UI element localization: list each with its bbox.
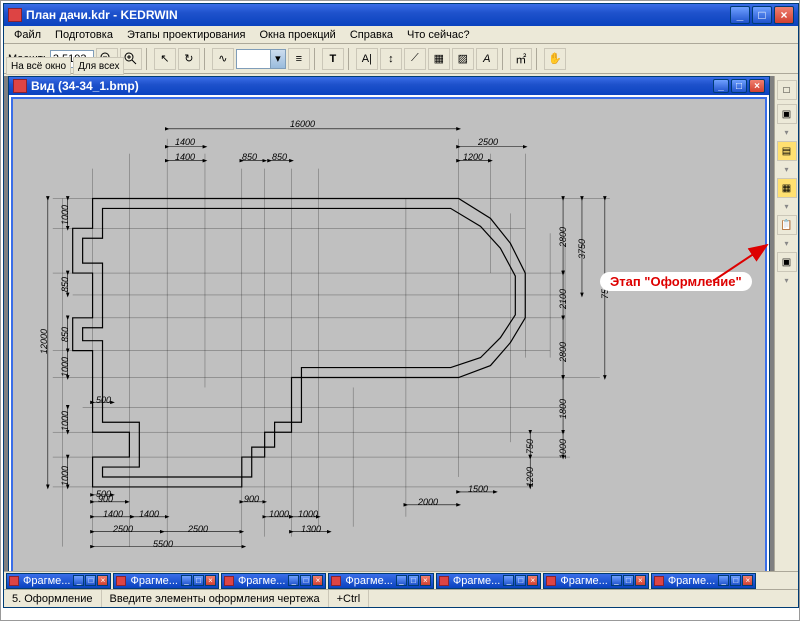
dim-label: 2500 <box>478 137 498 147</box>
dim-label: 1200 <box>525 467 535 487</box>
curve-button[interactable]: ∿ <box>212 48 234 70</box>
window-title: План дачи.kdr - KEDRWIN <box>26 8 730 22</box>
stage-6-button[interactable]: ▣ <box>777 252 797 272</box>
dim-label: 16000 <box>290 119 315 129</box>
statusbar: 5. Оформление Введите элементы оформлени… <box>4 589 798 607</box>
menu-file[interactable]: Файл <box>8 28 47 41</box>
dim-label: 1500 <box>468 484 488 494</box>
stage-2-button[interactable]: ▣ <box>777 104 797 124</box>
tab-item[interactable]: Фрагме..._□× <box>6 573 111 589</box>
dim-label: 2800 <box>558 227 568 247</box>
stage-decoration-button[interactable]: 📋 <box>777 215 797 235</box>
dim-label: 1300 <box>301 524 321 534</box>
dim-label: 1000 <box>558 439 568 459</box>
font-button[interactable]: A <box>476 48 498 70</box>
menu-projections[interactable]: Окна проекций <box>254 28 342 41</box>
mdi-minimize-button[interactable]: _ <box>713 79 729 93</box>
doc-icon <box>13 79 27 93</box>
tab-item[interactable]: Фрагме..._□× <box>221 573 326 589</box>
menu-help[interactable]: Справка <box>344 28 399 41</box>
main-titlebar: План дачи.kdr - KEDRWIN _ □ × <box>4 4 798 26</box>
workspace: Вид (34-34_1.bmp) _ □ × <box>4 76 774 571</box>
dim-label: 850 <box>60 327 70 342</box>
main-window: План дачи.kdr - KEDRWIN _ □ × Файл Подго… <box>3 3 799 608</box>
dim-label: 2000 <box>418 497 438 507</box>
pointer-button[interactable]: ↖ <box>154 48 176 70</box>
mdi-child-window: Вид (34-34_1.bmp) _ □ × <box>8 76 770 571</box>
dim-label: 1000 <box>269 509 289 519</box>
mdi-titlebar: Вид (34-34_1.bmp) _ □ × <box>9 77 769 95</box>
layers-button[interactable]: ≡ <box>288 48 310 70</box>
line-style-dropdown[interactable]: ▾ <box>236 49 286 69</box>
dim-label: 850 <box>242 152 257 162</box>
dim-label: 1400 <box>175 152 195 162</box>
dim-label: 750 <box>525 439 535 454</box>
window-tabs: Фрагме..._□× Фрагме..._□× Фрагме..._□× Ф… <box>4 571 798 589</box>
dim-label: 3750 <box>577 239 587 259</box>
tab-item[interactable]: Фрагме..._□× <box>436 573 541 589</box>
dim-label: 500 <box>96 489 111 499</box>
dim-label: 5500 <box>153 539 173 549</box>
dim-label: 2100 <box>558 289 568 309</box>
fit-window-button[interactable]: На всё окно <box>6 57 71 75</box>
tab-item[interactable]: Фрагме..._□× <box>543 573 648 589</box>
dim-label: 850 <box>60 277 70 292</box>
grid-button[interactable]: ▨ <box>452 48 474 70</box>
menu-stages[interactable]: Этапы проектирования <box>121 28 252 41</box>
dim-label: 900 <box>244 494 259 504</box>
dim-label: 1000 <box>298 509 318 519</box>
tab-item[interactable]: Фрагме..._□× <box>651 573 756 589</box>
dim-label: 2800 <box>558 342 568 362</box>
maximize-button[interactable]: □ <box>752 6 772 24</box>
tab-item[interactable]: Фрагме..._□× <box>328 573 433 589</box>
dim-v-button[interactable]: ↕ <box>380 48 402 70</box>
mdi-title: Вид (34-34_1.bmp) <box>31 79 713 93</box>
stage-4-button[interactable]: ▦ <box>777 178 797 198</box>
status-hint: Введите элементы оформления чертежа <box>102 590 329 607</box>
drawing-canvas[interactable]: 16000 1400 2500 1400 850 850 1200 12000 … <box>11 97 767 571</box>
side-toolbar: □ ▣ ▾ ▤ ▾ ▦ ▾ 📋 ▾ ▣ ▾ <box>774 76 798 571</box>
menubar: Файл Подготовка Этапы проектирования Окн… <box>4 26 798 44</box>
dim-label: 1400 <box>103 509 123 519</box>
dim-label: 1000 <box>60 357 70 377</box>
app-icon <box>8 8 22 22</box>
minimize-button[interactable]: _ <box>730 6 750 24</box>
stage-3-button[interactable]: ▤ <box>777 141 797 161</box>
status-key: +Ctrl <box>329 590 370 607</box>
area-button[interactable]: ㎡ <box>510 48 532 70</box>
tab-item[interactable]: Фрагме..._□× <box>113 573 218 589</box>
menu-whatsnew[interactable]: Что сейчас? <box>401 28 476 41</box>
dim-a-button[interactable]: ⟋ <box>404 48 426 70</box>
dim-label: 1200 <box>463 152 483 162</box>
dim-label: 1000 <box>60 466 70 486</box>
menu-prepare[interactable]: Подготовка <box>49 28 119 41</box>
for-all-button[interactable]: Для всех <box>73 57 124 75</box>
dim-label: 1000 <box>60 411 70 431</box>
dim-label: 1000 <box>60 205 70 225</box>
dim-label: 2500 <box>113 524 133 534</box>
dim-label: 1400 <box>175 137 195 147</box>
dim-label: 12000 <box>39 329 49 354</box>
hand-button[interactable]: ✋ <box>544 48 566 70</box>
dim-h-button[interactable]: A| <box>356 48 378 70</box>
dim-label: 850 <box>272 152 287 162</box>
stage-1-button[interactable]: □ <box>777 80 797 100</box>
dim-label: 1400 <box>139 509 159 519</box>
text-button[interactable]: T <box>322 48 344 70</box>
close-button[interactable]: × <box>774 6 794 24</box>
status-stage: 5. Оформление <box>4 590 102 607</box>
refresh-button[interactable]: ↻ <box>178 48 200 70</box>
dim-label: 1800 <box>558 399 568 419</box>
hatch-button[interactable]: ▦ <box>428 48 450 70</box>
annotation-arrow <box>711 239 771 289</box>
mdi-maximize-button[interactable]: □ <box>731 79 747 93</box>
dim-label: 2500 <box>188 524 208 534</box>
mdi-close-button[interactable]: × <box>749 79 765 93</box>
dim-label: 500 <box>96 395 111 405</box>
